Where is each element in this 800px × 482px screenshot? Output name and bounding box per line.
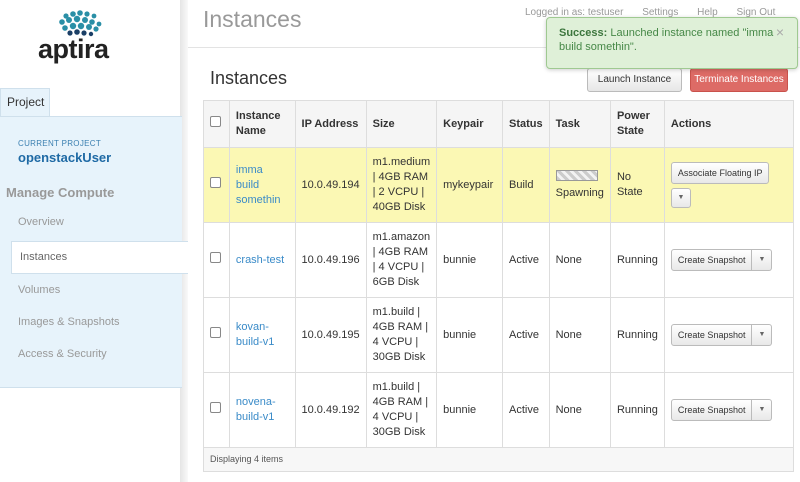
actions-cell: Create Snapshot ▼ xyxy=(664,222,795,298)
current-project-name[interactable]: openstackUser xyxy=(18,150,111,165)
table-footer-row: Displaying 4 items xyxy=(203,447,794,472)
sidebar-item-instances[interactable]: Instances xyxy=(11,241,188,274)
sidebar-item-access-security[interactable]: Access & Security xyxy=(18,348,107,360)
chevron-down-icon: ▼ xyxy=(758,256,766,263)
col-power-state[interactable]: Power State xyxy=(610,100,665,148)
action-button-group: Create Snapshot ▼ xyxy=(670,249,773,271)
actions-dropdown-toggle[interactable]: ▼ xyxy=(752,324,773,346)
power-state-cell: No State xyxy=(610,147,665,223)
row-checkbox[interactable] xyxy=(210,252,221,263)
col-size[interactable]: Size xyxy=(366,100,438,148)
ip-cell: 10.0.49.195 xyxy=(295,297,367,373)
create-snapshot-button[interactable]: Create Snapshot xyxy=(670,324,753,346)
row-checkbox[interactable] xyxy=(210,327,221,338)
col-ip-address[interactable]: IP Address xyxy=(295,100,367,148)
success-toast: Success: Launched instance named "imma b… xyxy=(546,17,798,69)
ip-cell: 10.0.49.192 xyxy=(295,372,367,448)
chevron-down-icon: ▼ xyxy=(758,331,766,338)
launch-instance-button[interactable]: Launch Instance xyxy=(587,68,682,92)
task-cell: None xyxy=(549,372,611,448)
actions-cell: Create Snapshot ▼ xyxy=(664,372,795,448)
row-select-cell xyxy=(203,147,230,223)
actions-cell: Create Snapshot ▼ xyxy=(664,297,795,373)
section-title: Instances xyxy=(210,68,288,88)
status-cell: Active xyxy=(502,222,550,298)
logo-text: aptira xyxy=(38,34,109,64)
create-snapshot-button[interactable]: Create Snapshot xyxy=(670,249,753,271)
select-all-cell xyxy=(203,100,230,148)
size-cell: m1.amazon | 4GB RAM | 4 VCPU | 6GB Disk xyxy=(366,222,438,298)
power-state-cell: Running xyxy=(610,222,665,298)
table-row: crash-test 10.0.49.196 m1.amazon | 4GB R… xyxy=(203,222,795,298)
task-cell: None xyxy=(549,297,611,373)
instance-name-cell: crash-test xyxy=(229,222,296,298)
task-text: Spawning xyxy=(555,186,604,199)
ip-cell: 10.0.49.196 xyxy=(295,222,367,298)
actions-cell: Associate Floating IP ▼ xyxy=(664,147,795,223)
instance-name-cell: imma build somethin xyxy=(229,147,296,223)
table-footer-text: Displaying 4 items xyxy=(203,447,794,472)
create-snapshot-button[interactable]: Create Snapshot xyxy=(670,399,753,421)
size-cell: m1.build | 4GB RAM | 4 VCPU | 30GB Disk xyxy=(366,372,438,448)
status-cell: Active xyxy=(502,297,550,373)
action-button-group: Create Snapshot ▼ xyxy=(670,399,773,421)
tab-project[interactable]: Project xyxy=(0,88,50,116)
project-panel: CURRENT PROJECT openstackUser Manage Com… xyxy=(0,116,188,388)
chevron-down-icon: ▼ xyxy=(677,194,685,201)
instance-name-link[interactable]: kovan-build-v1 xyxy=(236,321,275,348)
row-select-cell xyxy=(203,372,230,448)
row-select-cell xyxy=(203,297,230,373)
instances-table: Instance Name IP Address Size Keypair St… xyxy=(203,100,795,472)
associate-floating-ip-button[interactable]: Associate Floating IP xyxy=(670,162,770,184)
col-status[interactable]: Status xyxy=(502,100,550,148)
power-state-cell: Running xyxy=(610,297,665,373)
row-select-cell xyxy=(203,222,230,298)
status-cell: Build xyxy=(502,147,550,223)
table-row: imma build somethin 10.0.49.194 m1.mediu… xyxy=(203,147,795,223)
size-cell: m1.build | 4GB RAM | 4 VCPU | 30GB Disk xyxy=(366,297,438,373)
actions-dropdown-toggle[interactable]: ▼ xyxy=(752,399,773,421)
sidebar: aptira Project CURRENT PROJECT openstack… xyxy=(0,0,188,482)
current-project-label: CURRENT PROJECT xyxy=(18,139,102,148)
keypair-cell: mykeypair xyxy=(436,147,503,223)
task-cell: None xyxy=(549,222,611,298)
page-title: Instances xyxy=(203,6,302,32)
instance-name-cell: kovan-build-v1 xyxy=(229,297,296,373)
size-cell: m1.medium | 4GB RAM | 2 VCPU | 40GB Disk xyxy=(366,147,438,223)
status-cell: Active xyxy=(502,372,550,448)
power-state-cell: Running xyxy=(610,372,665,448)
ip-cell: 10.0.49.194 xyxy=(295,147,367,223)
col-task[interactable]: Task xyxy=(549,100,611,148)
instance-name-cell: novena-build-v1 xyxy=(229,372,296,448)
terminate-instances-button[interactable]: Terminate Instances xyxy=(690,68,788,92)
row-checkbox[interactable] xyxy=(210,402,221,413)
select-all-checkbox[interactable] xyxy=(210,116,221,127)
actions-dropdown-toggle[interactable]: ▼ xyxy=(752,249,773,271)
chevron-down-icon: ▼ xyxy=(758,406,766,413)
col-keypair[interactable]: Keypair xyxy=(436,100,503,148)
table-header-row: Instance Name IP Address Size Keypair St… xyxy=(203,100,795,148)
action-button-group: Create Snapshot ▼ xyxy=(670,324,773,346)
sidebar-item-images-snapshots[interactable]: Images & Snapshots xyxy=(18,316,120,328)
sidebar-item-overview[interactable]: Overview xyxy=(18,216,64,228)
row-checkbox[interactable] xyxy=(210,177,221,188)
col-actions: Actions xyxy=(664,100,795,148)
instance-name-link[interactable]: novena-build-v1 xyxy=(236,396,276,423)
table-row: kovan-build-v1 10.0.49.195 m1.build | 4G… xyxy=(203,297,795,373)
spawning-progress-bar xyxy=(555,169,598,181)
table-row: novena-build-v1 10.0.49.192 m1.build | 4… xyxy=(203,372,795,448)
sidebar-item-volumes[interactable]: Volumes xyxy=(18,284,60,296)
manage-compute-heading: Manage Compute xyxy=(6,185,115,200)
keypair-cell: bunnie xyxy=(436,372,503,448)
toast-strong-label: Success: xyxy=(559,27,608,39)
instance-name-link[interactable]: crash-test xyxy=(236,254,284,266)
keypair-cell: bunnie xyxy=(436,222,503,298)
close-icon[interactable]: × xyxy=(776,25,784,39)
task-cell: Spawning xyxy=(549,147,611,223)
keypair-cell: bunnie xyxy=(436,297,503,373)
instance-name-link[interactable]: imma build somethin xyxy=(236,164,281,206)
actions-dropdown-toggle[interactable]: ▼ xyxy=(670,188,691,208)
col-instance-name[interactable]: Instance Name xyxy=(229,100,296,148)
